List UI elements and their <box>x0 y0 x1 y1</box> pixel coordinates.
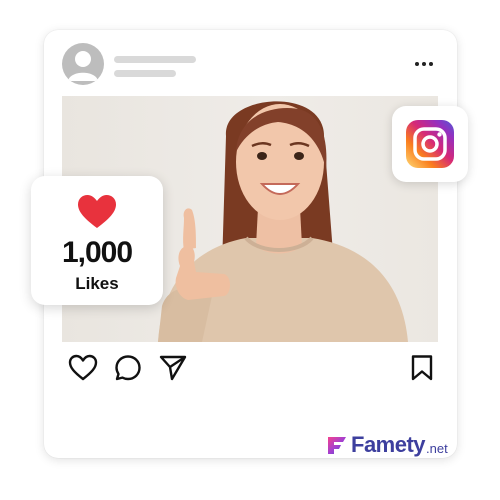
instagram-logo-icon <box>406 120 454 168</box>
famety-logo-icon <box>328 437 346 454</box>
user-icon <box>68 51 98 81</box>
username-placeholder <box>114 56 196 63</box>
instagram-badge <box>392 106 468 182</box>
likes-label: Likes <box>75 274 119 293</box>
brand-name: Famety <box>351 432 426 457</box>
share-icon[interactable] <box>158 354 188 382</box>
avatar[interactable] <box>62 43 104 85</box>
like-heart-icon[interactable] <box>68 354 98 382</box>
comment-icon[interactable] <box>114 354 142 382</box>
bookmark-icon[interactable] <box>410 354 434 382</box>
likes-card: 1,000 Likes <box>31 176 163 305</box>
subtitle-placeholder <box>114 70 176 77</box>
heart-icon <box>78 195 116 228</box>
famety-brand: Famety .net <box>326 430 448 456</box>
likes-count: 1,000 <box>61 236 133 269</box>
more-options-icon[interactable] <box>410 56 438 72</box>
brand-tld: .net <box>426 441 448 456</box>
